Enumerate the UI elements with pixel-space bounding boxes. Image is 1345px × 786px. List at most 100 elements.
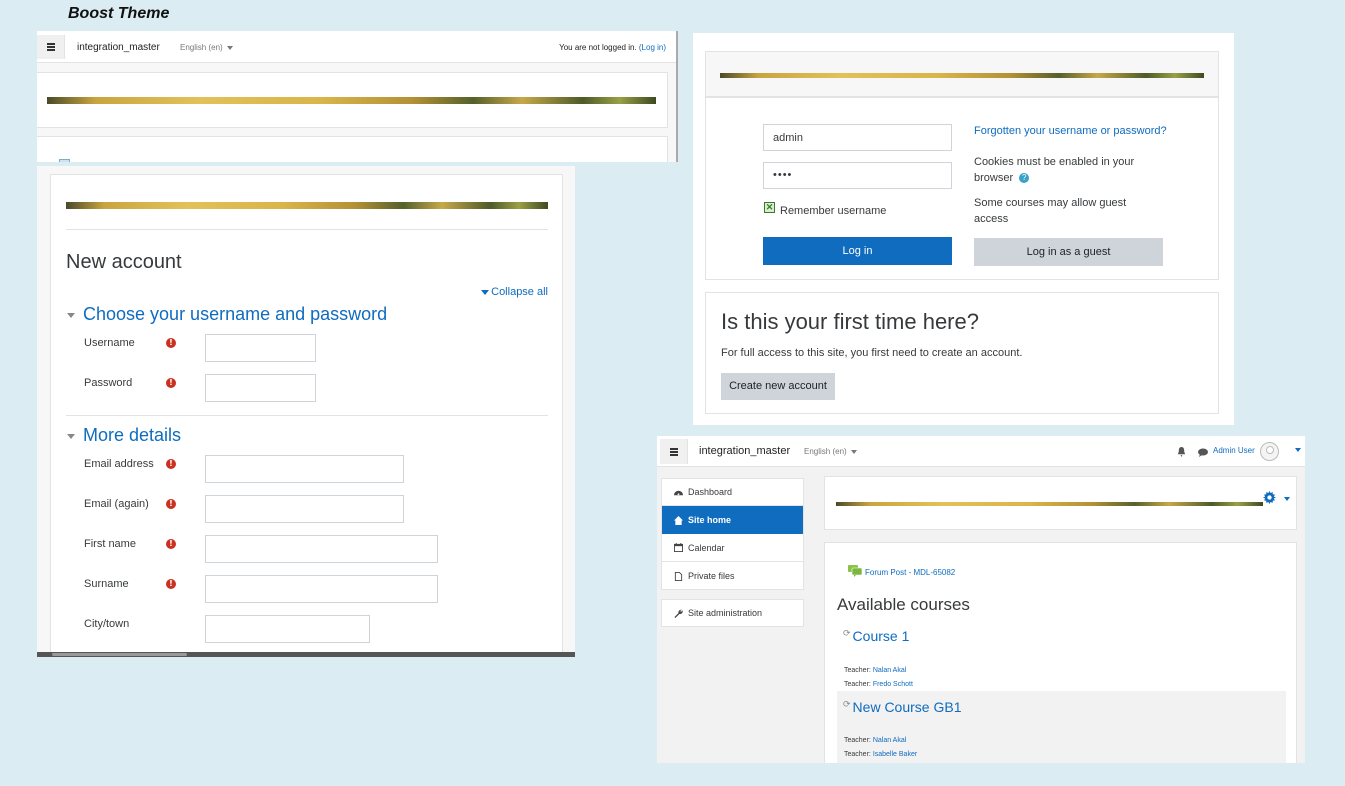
create-account-button[interactable]: Create new account xyxy=(721,373,835,400)
surname-input[interactable] xyxy=(205,575,438,603)
message-icon[interactable] xyxy=(1198,448,1208,457)
dashboard-screenshot: integration_master English (en) Admin Us… xyxy=(657,436,1305,763)
password-field[interactable]: •••• xyxy=(763,162,952,189)
avatar[interactable] xyxy=(1260,442,1279,461)
forum-icon xyxy=(848,565,863,577)
username-input[interactable] xyxy=(205,334,316,362)
caret-down-icon xyxy=(67,312,75,318)
login-screenshot: admin •••• ✕ Remember username Log in Fo… xyxy=(693,33,1234,425)
login-button[interactable]: Log in xyxy=(763,237,952,265)
header-card xyxy=(705,51,1219,97)
course-item: ⟳ Course 1 Teacher: Nalan Akal Teacher: F… xyxy=(843,628,913,688)
forgot-password-link[interactable]: Forgotten your username or password? xyxy=(974,125,1167,137)
course-link[interactable]: ⟳ New Course GB1 xyxy=(843,699,961,715)
teacher-link[interactable]: Nalan Akal xyxy=(873,737,906,744)
teacher-link[interactable]: Nalan Akal xyxy=(873,667,906,674)
menu-toggle-button[interactable] xyxy=(37,35,65,59)
cookies-notice: Cookies must be enabled in your browser … xyxy=(974,156,1135,184)
guest-login-button[interactable]: Log in as a guest xyxy=(974,238,1163,266)
first-time-heading: Is this your first time here? xyxy=(721,309,979,334)
calendar-icon xyxy=(674,543,683,552)
signup-screenshot: New account Collapse all Choose your use… xyxy=(37,166,575,657)
nav-item-site-administration[interactable]: Site administration xyxy=(661,599,804,627)
content-card xyxy=(37,136,668,162)
remember-username-label: Remember username xyxy=(780,205,887,217)
content-card: Forum Post - MDL-65082 Available courses… xyxy=(824,542,1297,763)
available-courses-heading: Available courses xyxy=(837,595,970,614)
checkbox-icon xyxy=(59,159,70,162)
chevron-down-icon xyxy=(850,449,857,454)
collapse-all-link[interactable]: Collapse all xyxy=(481,286,548,298)
field-label-email-again: Email (again) xyxy=(84,498,149,510)
field-label-username: Username xyxy=(84,337,135,349)
navbar: integration_master English (en) You are … xyxy=(37,31,676,63)
gear-icon[interactable] xyxy=(1263,491,1276,504)
section-toggle-details[interactable]: More details xyxy=(67,425,181,446)
teacher-link[interactable]: Isabelle Baker xyxy=(873,751,917,758)
horizontal-scrollbar[interactable] xyxy=(37,652,575,657)
required-icon: ! xyxy=(166,338,176,348)
caret-down-icon xyxy=(481,290,490,295)
wrench-icon xyxy=(674,609,683,618)
header-banner-image xyxy=(836,502,1263,506)
city-input[interactable] xyxy=(205,615,370,643)
nav-item-calendar[interactable]: Calendar xyxy=(662,534,803,562)
forum-post-link[interactable]: Forum Post - MDL-65082 xyxy=(848,565,955,577)
username-field[interactable]: admin xyxy=(763,124,952,151)
required-icon: ! xyxy=(166,459,176,469)
required-icon: ! xyxy=(166,499,176,509)
site-name[interactable]: integration_master xyxy=(699,445,790,457)
login-card: admin •••• ✕ Remember username Log in Fo… xyxy=(705,97,1219,280)
bell-icon[interactable] xyxy=(1177,447,1186,457)
home-icon xyxy=(674,515,683,525)
required-icon: ! xyxy=(166,378,176,388)
teacher-link[interactable]: Fredo Schott xyxy=(873,681,913,688)
chevron-down-icon[interactable] xyxy=(1284,497,1290,501)
login-link[interactable]: (Log in) xyxy=(639,43,666,52)
page-title: Boost Theme xyxy=(68,5,170,22)
first-time-text: For full access to this site, you first … xyxy=(721,347,1023,359)
caret-down-icon xyxy=(67,433,75,439)
firstname-input[interactable] xyxy=(205,535,438,563)
nav-item-private-files[interactable]: Private files xyxy=(662,562,803,590)
chevron-down-icon[interactable] xyxy=(1295,448,1301,452)
header-card xyxy=(824,476,1297,530)
nav-drawer: Dashboard Site home Calendar Private fil… xyxy=(661,478,804,590)
password-input[interactable] xyxy=(205,374,316,402)
field-label-surname: Surname xyxy=(84,578,129,590)
navbar: integration_master English (en) Admin Us… xyxy=(657,436,1305,467)
nav-item-dashboard[interactable]: Dashboard xyxy=(662,479,803,506)
user-menu[interactable]: Admin User xyxy=(1213,446,1255,455)
nav-item-site-home[interactable]: Site home xyxy=(662,506,803,534)
menu-toggle-button[interactable] xyxy=(660,439,688,464)
file-icon xyxy=(674,571,683,581)
dashboard-icon xyxy=(674,490,683,495)
remember-username-checkbox[interactable]: ✕ xyxy=(764,202,775,213)
language-menu[interactable]: English (en) xyxy=(180,43,233,52)
field-label-password: Password xyxy=(84,377,133,389)
guest-header-screenshot: integration_master English (en) You are … xyxy=(37,31,678,162)
required-icon: ! xyxy=(166,579,176,589)
header-card xyxy=(37,72,668,128)
header-banner-image xyxy=(720,73,1204,78)
course-icon: ⟳ xyxy=(843,699,851,709)
field-label-firstname: First name xyxy=(84,538,136,550)
header-banner-image xyxy=(66,202,548,209)
site-name[interactable]: integration_master xyxy=(77,42,160,53)
guest-note: Some courses may allow guest access xyxy=(974,197,1127,225)
email-again-input[interactable] xyxy=(205,495,404,523)
language-menu[interactable]: English (en) xyxy=(804,447,857,456)
course-link[interactable]: ⟳ Course 1 xyxy=(843,628,909,644)
header-banner-image xyxy=(47,97,656,104)
section-toggle-credentials[interactable]: Choose your username and password xyxy=(67,304,387,325)
help-icon[interactable]: ? xyxy=(1019,173,1030,184)
email-input[interactable] xyxy=(205,455,404,483)
login-status: You are not logged in. (Log in) xyxy=(559,43,666,52)
signup-card: New account Collapse all Choose your use… xyxy=(50,174,563,657)
first-time-card: Is this your first time here? For full a… xyxy=(705,292,1219,414)
course-icon: ⟳ xyxy=(843,628,851,638)
field-label-city: City/town xyxy=(84,618,130,630)
required-icon: ! xyxy=(166,539,176,549)
signup-heading: New account xyxy=(66,251,182,273)
field-label-email: Email address xyxy=(84,458,154,470)
